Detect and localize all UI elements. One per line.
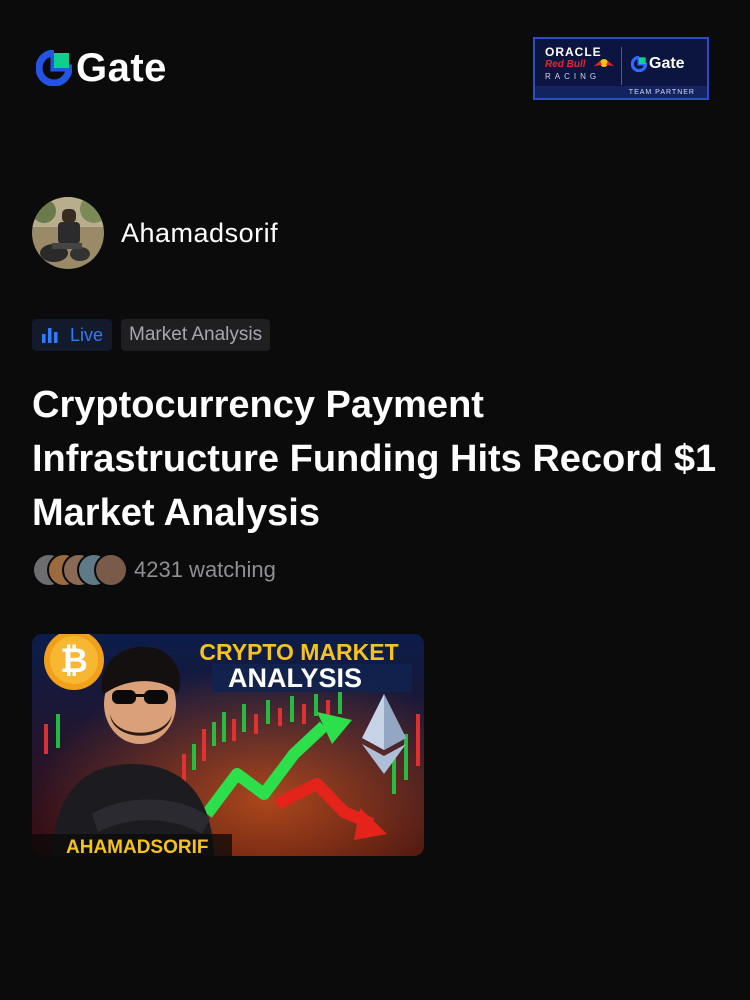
gate-logo-icon xyxy=(631,56,647,72)
author-avatar-photo xyxy=(32,197,104,269)
partner-oracle-text: ORACLE xyxy=(545,45,602,59)
author-name[interactable]: Ahamadsorif xyxy=(121,218,278,249)
category-tag[interactable]: Market Analysis xyxy=(121,319,271,351)
bar-chart-icon xyxy=(42,328,58,343)
team-partner-label: TEAM PARTNER xyxy=(535,86,707,98)
viewer-avatars xyxy=(32,553,130,587)
partner-redbull-text: Red Bull xyxy=(545,59,586,70)
watching-count: 4231 watching xyxy=(134,557,276,582)
gate-logo[interactable]: Gate xyxy=(36,46,167,90)
thumbnail-footer-name: AHAMADSORIF xyxy=(66,837,209,856)
partner-gate-text: Gate xyxy=(649,55,685,72)
live-tag-label: Live xyxy=(70,324,104,345)
red-bull-icon xyxy=(594,59,614,67)
author-avatar[interactable] xyxy=(32,197,104,269)
thumbnail-headline-top: CRYPTO MARKET xyxy=(199,639,398,665)
viewer-avatar xyxy=(94,553,128,587)
watchers-row: 4231 watching xyxy=(32,553,276,587)
stream-title: Cryptocurrency Payment Infrastructure Fu… xyxy=(32,384,717,534)
stream-thumbnail[interactable]: ₿ CRYPTO MARKET ANALYSIS AHAMADSORIF xyxy=(32,634,424,856)
partner-gate-logo: Gate xyxy=(631,55,685,73)
svg-text:₿: ₿ xyxy=(60,642,88,680)
author-row[interactable]: Ahamadsorif xyxy=(32,197,278,269)
tag-row: Live Market Analysis xyxy=(32,319,271,351)
category-tag-label: Market Analysis xyxy=(129,324,263,345)
partner-divider xyxy=(621,47,622,85)
gate-logo-text: Gate xyxy=(76,46,167,90)
live-tag[interactable]: Live xyxy=(32,319,113,351)
team-partner-badge: ORACLE Red Bull RACING Gate TEAM PARTNER xyxy=(533,37,709,100)
thumbnail-headline-bottom: ANALYSIS xyxy=(228,663,362,693)
thumbnail-artwork: ₿ CRYPTO MARKET ANALYSIS AHAMADSORIF xyxy=(32,634,424,856)
gate-logo-icon xyxy=(36,50,72,86)
partner-racing-text: RACING xyxy=(545,72,601,81)
